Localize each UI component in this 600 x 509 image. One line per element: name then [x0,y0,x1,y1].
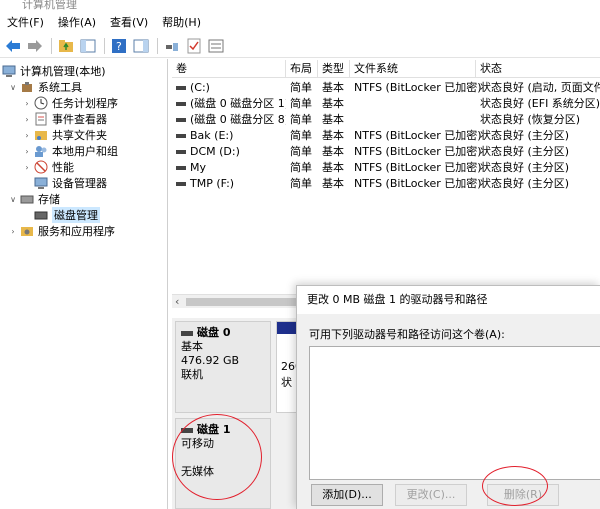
list-view-icon[interactable] [206,36,226,56]
menu-view[interactable]: 查看(V) [103,12,155,34]
horizontal-scrollbar[interactable]: ‹ [172,294,300,308]
disk-0-type: 基本 [181,340,203,353]
disk-1-type: 可移动 [181,437,214,450]
shared-folder-icon [34,128,48,142]
volume-list: 卷 布局 类型 文件系统 状态 (C:) 简单 基本 NTFS (BitLock… [172,59,600,314]
column-header-filesystem[interactable]: 文件系统 [350,60,476,78]
properties-pane-icon[interactable] [131,36,151,56]
disk-0-status: 联机 [181,368,203,381]
event-log-icon [34,112,48,126]
scroll-left-icon[interactable]: ‹ [175,295,179,308]
title-bar: 计算机管理 [0,0,600,12]
check-icon[interactable] [184,36,204,56]
tree-item-device-manager[interactable]: 设备管理器 [34,175,107,191]
services-icon [20,224,34,238]
table-row[interactable]: My 简单 基本 NTFS (BitLocker 已加密) 状态良好 (主分区) [172,160,600,176]
tree-item-system-tools[interactable]: ∨ 系统工具 [8,79,82,95]
tree-item-shared-folders[interactable]: › 共享文件夹 [22,127,107,143]
tree-item-disk-management[interactable]: 磁盘管理 [34,207,100,223]
chevron-right-icon[interactable]: › [22,147,32,156]
window-title: 计算机管理 [22,0,77,11]
menu-bar: 文件(F) 操作(A) 查看(V) 帮助(H) [0,12,600,34]
chevron-down-icon[interactable]: ∨ [8,195,18,204]
toolbar-separator [104,37,105,54]
change-drive-letter-dialog: 更改 0 MB 磁盘 1 的驱动器号和路径 可用下列驱动器号和路径访问这个卷(A… [296,285,600,509]
remove-button[interactable]: 删除(R) [487,484,559,506]
column-header-status[interactable]: 状态 [476,60,600,78]
clock-icon [34,96,48,110]
tree-item-local-users[interactable]: › 本地用户和组 [22,143,118,159]
tree-item-event-viewer[interactable]: › 事件查看器 [22,111,107,127]
chevron-right-icon[interactable]: › [22,115,32,124]
device-manager-icon [34,176,48,190]
dialog-title: 更改 0 MB 磁盘 1 的驱动器号和路径 [297,286,600,314]
table-row[interactable]: (C:) 简单 基本 NTFS (BitLocker 已加密) 状态良好 (启动… [172,80,600,96]
disk-management-icon [34,208,48,222]
chevron-right-icon[interactable]: › [22,131,32,140]
console-tree-icon[interactable] [78,36,98,56]
tree-item-performance[interactable]: › 性能 [22,159,74,175]
chevron-right-icon[interactable]: › [8,227,18,236]
table-row[interactable]: DCM (D:) 简单 基本 NTFS (BitLocker 已加密) 状态良好… [172,144,600,160]
dialog-label: 可用下列驱动器号和路径访问这个卷(A): [309,328,505,341]
drive-icon [176,118,186,122]
disk-icon [181,330,193,336]
column-header-type[interactable]: 类型 [318,60,350,78]
menu-action[interactable]: 操作(A) [51,12,103,34]
drive-icon [176,182,186,186]
toolbar-separator [157,37,158,54]
tree-item-services[interactable]: › 服务和应用程序 [8,223,115,239]
toolbar: ? [0,34,600,58]
drive-icon [176,150,186,154]
folder-up-icon[interactable] [56,36,76,56]
back-icon[interactable] [3,36,23,56]
navigation-tree: 计算机管理(本地) ∨ 系统工具 › 任务计划程序 › 事件查看器 › 共享文件… [0,59,168,509]
toolbar-separator [51,37,52,54]
drive-icon [176,102,186,106]
table-row[interactable]: TMP (F:) 简单 基本 NTFS (BitLocker 已加密) 状态良好… [172,176,600,192]
menu-help[interactable]: 帮助(H) [155,12,208,34]
disk-1-tile[interactable]: 磁盘 1 可移动 无媒体 [175,418,271,509]
connect-icon[interactable] [162,36,182,56]
performance-icon [34,160,48,174]
chevron-right-icon[interactable]: › [22,99,32,108]
chevron-down-icon[interactable]: ∨ [8,83,18,92]
scrollbar-thumb[interactable] [186,298,300,306]
tree-item-root[interactable]: 计算机管理(本地) [2,63,106,79]
svg-text:?: ? [116,40,122,53]
computer-management-icon [2,64,16,78]
chevron-right-icon[interactable]: › [22,163,32,172]
table-row[interactable]: (磁盘 0 磁盘分区 1) 简单 基本 状态良好 (EFI 系统分区) [172,96,600,112]
drive-icon [176,86,186,90]
column-header-layout[interactable]: 布局 [286,60,318,78]
menu-file[interactable]: 文件(F) [0,12,51,34]
disk-pane: 磁盘 0 基本 476.92 GB 联机 260 状 磁盘 1 可移动 无媒体 [172,318,300,509]
forward-icon[interactable] [25,36,45,56]
storage-icon [20,192,34,206]
help-icon[interactable]: ? [109,36,129,56]
disk-icon [181,427,193,433]
column-header-volume[interactable]: 卷 [172,60,286,78]
tools-icon [20,80,34,94]
add-button[interactable]: 添加(D)... [311,484,383,506]
drive-path-list[interactable] [309,346,600,480]
drive-icon [176,166,186,170]
disk-1-media: 无媒体 [181,465,214,478]
tree-item-task-scheduler[interactable]: › 任务计划程序 [22,95,118,111]
table-row[interactable]: (磁盘 0 磁盘分区 8) 简单 基本 状态良好 (恢复分区) [172,112,600,128]
change-button[interactable]: 更改(C)... [395,484,467,506]
drive-icon [176,134,186,138]
tree-item-storage[interactable]: ∨ 存储 [8,191,60,207]
users-icon [34,144,48,158]
disk-0-tile[interactable]: 磁盘 0 基本 476.92 GB 联机 [175,321,271,413]
disk-0-size: 476.92 GB [181,354,240,367]
table-row[interactable]: Bak (E:) 简单 基本 NTFS (BitLocker 已加密) 状态良好… [172,128,600,144]
